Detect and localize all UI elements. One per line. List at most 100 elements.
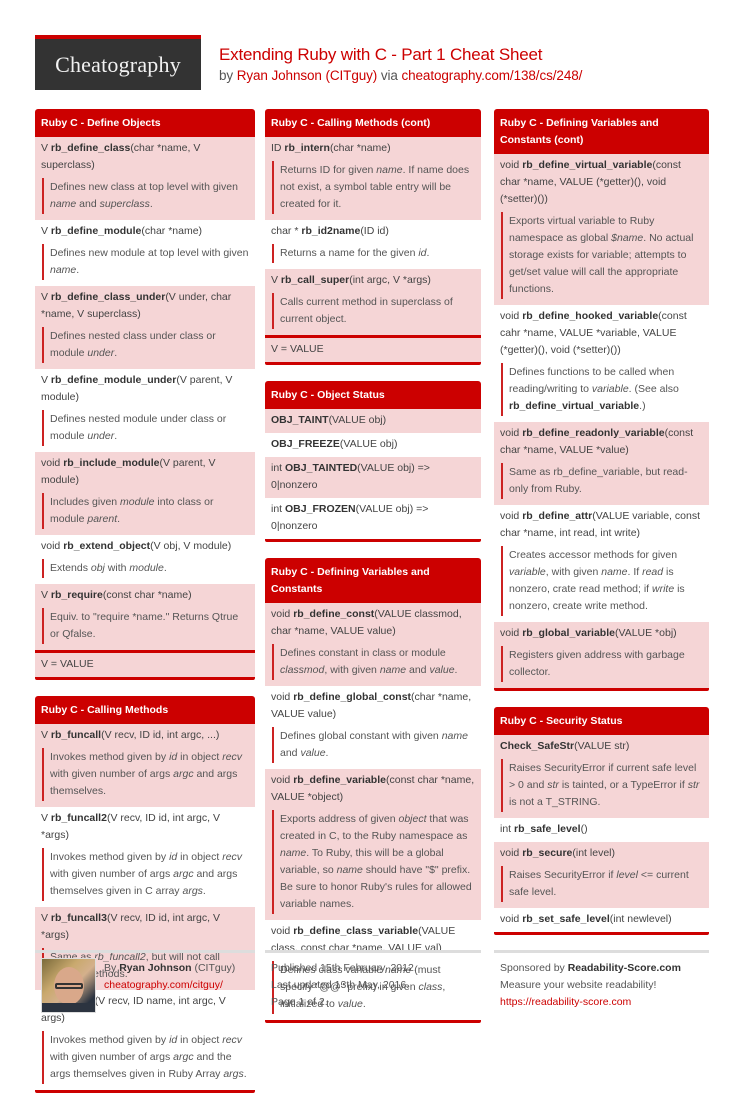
entry-row: void rb_include_module(V parent, V modul… bbox=[35, 452, 255, 535]
description-text: and bbox=[280, 747, 301, 759]
function-args: (int level) bbox=[572, 847, 615, 859]
entry-signature: void rb_define_attr(VALUE variable, cons… bbox=[500, 508, 703, 542]
description-text: Registers given address with garbage col… bbox=[509, 649, 685, 678]
cheatography-logo[interactable]: Cheatography bbox=[35, 35, 201, 90]
return-type: void bbox=[500, 913, 523, 925]
description-text: . (See also bbox=[628, 383, 679, 395]
entry-signature: void rb_global_variable(VALUE *obj) bbox=[500, 625, 703, 642]
description-text: under bbox=[87, 430, 115, 442]
entry-description: Defines new class at top level with give… bbox=[42, 178, 249, 214]
description-text: in object bbox=[177, 751, 223, 763]
return-type: V bbox=[41, 225, 51, 237]
entry-description: Defines nested module under class or mod… bbox=[42, 410, 249, 446]
description-text: Invokes method given by bbox=[50, 751, 170, 763]
entry-row: char * rb_id2name(ID id) Returns a name f… bbox=[265, 220, 481, 269]
entry-signature: int OBJ_TAINTED(VALUE obj) => 0|nonzero bbox=[271, 460, 475, 494]
cheat-section: Ruby C - Security Status Check_SafeStr(VA… bbox=[494, 707, 709, 935]
section-body: void rb_define_virtual_variable(const ch… bbox=[494, 154, 709, 691]
function-args: () bbox=[580, 823, 588, 835]
entry-row: int rb_safe_level() bbox=[494, 818, 709, 842]
footer-author-link[interactable]: cheatography.com/citguy/ bbox=[104, 977, 235, 994]
entry-row: V rb_define_module_under(V parent, V mod… bbox=[35, 369, 255, 452]
function-name: rb_define_variable bbox=[293, 774, 386, 786]
page-title: Extending Ruby with C - Part 1 Cheat She… bbox=[219, 45, 543, 64]
logo-text: Cheatography bbox=[55, 51, 181, 77]
entry-description: Calls current method in superclass of cu… bbox=[272, 293, 475, 329]
entry-signature: V rb_funcall(V recv, ID id, int argc, ..… bbox=[41, 727, 249, 744]
description-text: classmod bbox=[280, 664, 325, 676]
section-title: Ruby C - Object Status bbox=[265, 381, 481, 409]
description-text: is not a T_STRING. bbox=[509, 796, 601, 808]
description-text: Same as rb_define_variable, but read-onl… bbox=[509, 466, 688, 495]
description-text: Defines new class at top level with give… bbox=[50, 181, 238, 193]
description-text: . If bbox=[627, 566, 643, 578]
entry-row: OBJ_TAINT(VALUE obj) bbox=[265, 409, 481, 433]
description-text: . bbox=[202, 885, 206, 897]
footer-divider bbox=[494, 950, 709, 953]
description-text: name bbox=[376, 164, 403, 176]
entry-signature: V rb_funcall3(V recv, ID id, int argc, V… bbox=[41, 910, 249, 944]
return-type: V bbox=[41, 589, 51, 601]
function-args: (const char *name) bbox=[102, 589, 192, 601]
sponsor-link[interactable]: https://readability-score.com bbox=[500, 994, 681, 1011]
description-text: Returns ID for given bbox=[280, 164, 377, 176]
description-text: name bbox=[379, 664, 407, 676]
entry-row: void rb_secure(int level) Raises Security… bbox=[494, 842, 709, 908]
return-type: ID bbox=[271, 142, 285, 154]
return-type: void bbox=[271, 691, 294, 703]
entry-signature: OBJ_FREEZE(VALUE obj) bbox=[271, 436, 475, 453]
return-type: int bbox=[271, 462, 286, 474]
section-body: OBJ_TAINT(VALUE obj) OBJ_FREEZE(VALUE obj… bbox=[265, 409, 481, 542]
description-text: Defines global constant with given bbox=[280, 730, 442, 742]
section-body: V rb_define_class(char *name, V supercla… bbox=[35, 137, 255, 680]
function-name: rb_define_module_under bbox=[50, 374, 177, 386]
author-link[interactable]: Ryan Johnson (CITguy) bbox=[237, 68, 378, 83]
description-text: name bbox=[50, 264, 77, 276]
entry-row: int OBJ_TAINTED(VALUE obj) => 0|nonzero bbox=[265, 457, 481, 498]
description-text: args bbox=[182, 885, 203, 897]
section-title: Ruby C - Define Objects bbox=[35, 109, 255, 137]
entry-description: Returns a name for the given id. bbox=[272, 244, 475, 263]
description-text: Equiv. to "require *name." Returns Qtrue… bbox=[50, 611, 239, 640]
entry-row: V rb_funcall2(V recv, ID id, int argc, V… bbox=[35, 807, 255, 907]
return-type: void bbox=[271, 925, 294, 937]
description-text: . bbox=[243, 1068, 247, 1080]
description-text: name bbox=[50, 198, 77, 210]
description-text: is tainted, or a TypeError if bbox=[558, 779, 688, 791]
function-name: rb_include_module bbox=[63, 457, 160, 469]
entry-signature: int rb_safe_level() bbox=[500, 821, 703, 838]
entry-signature: void rb_include_module(V parent, V modul… bbox=[41, 455, 249, 489]
entry-signature: void rb_define_const(VALUE classmod, cha… bbox=[271, 606, 475, 640]
entry-description: Defines functions to be called when read… bbox=[501, 363, 703, 416]
footer-divider bbox=[265, 950, 481, 953]
description-text: under bbox=[87, 347, 115, 359]
entry-row: V rb_call_super(int argc, V *args) Calls … bbox=[265, 269, 481, 335]
return-type: V bbox=[41, 142, 51, 154]
via-label: via bbox=[380, 68, 398, 83]
footer-author: By Ryan Johnson (CITguy) cheatography.co… bbox=[104, 960, 235, 994]
description-text: variable bbox=[591, 383, 629, 395]
function-name: rb_define_hooked_variable bbox=[522, 310, 659, 322]
return-type: V bbox=[41, 912, 51, 924]
entry-row: void rb_define_variable(const char *name… bbox=[265, 769, 481, 920]
author-avatar[interactable] bbox=[41, 958, 96, 1013]
column-3: Ruby C - Defining Variables and Constant… bbox=[494, 109, 709, 951]
return-type: void bbox=[41, 540, 64, 552]
description-text: write bbox=[652, 583, 675, 595]
entry-row: void rb_extend_object(V obj, V module) Ex… bbox=[35, 535, 255, 584]
description-text: . bbox=[114, 347, 118, 359]
function-name: rb_funcall bbox=[50, 729, 102, 741]
entry-signature: void rb_define_readonly_variable(const c… bbox=[500, 425, 703, 459]
function-name: rb_define_readonly_variable bbox=[522, 427, 665, 439]
function-args: (int argc, V *args) bbox=[349, 274, 431, 286]
description-text: Defines new module at top level with giv… bbox=[50, 247, 249, 259]
sheet-url-link[interactable]: cheatography.com/138/cs/248/ bbox=[401, 68, 582, 83]
entry-signature: int OBJ_FROZEN(VALUE obj) => 0|nonzero bbox=[271, 501, 475, 535]
description-text: name bbox=[280, 847, 307, 859]
function-args: (VALUE obj) bbox=[339, 438, 398, 450]
entry-signature: OBJ_TAINT(VALUE obj) bbox=[271, 412, 475, 429]
entry-row: OBJ_FREEZE(VALUE obj) bbox=[265, 433, 481, 457]
return-type: void bbox=[500, 310, 523, 322]
return-type: V bbox=[41, 812, 51, 824]
description-text: $name bbox=[611, 232, 644, 244]
